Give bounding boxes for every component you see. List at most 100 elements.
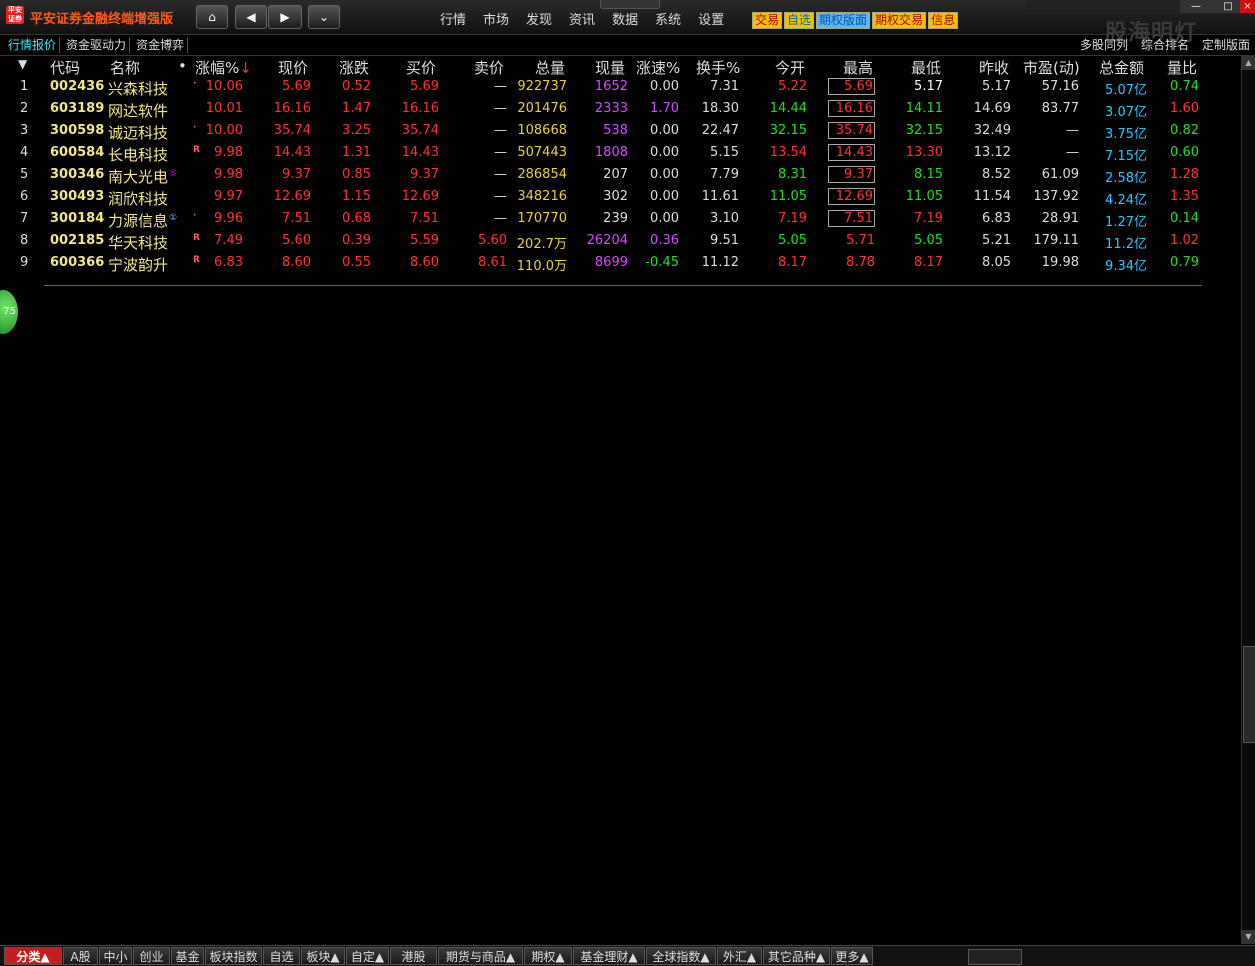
watchlist-button[interactable]: 自选 — [784, 12, 815, 29]
menu-item-news[interactable]: 资讯 — [569, 13, 595, 28]
app-title: 平安证券金融终端增强版 — [30, 12, 174, 27]
total-amount: 9.34亿 — [1105, 259, 1147, 274]
tab-multi-stock[interactable]: 多股同列 — [1080, 37, 1128, 53]
tab-fund-game[interactable]: 资金博弈 — [133, 37, 189, 53]
bottom-tab-fund[interactable]: 基金 — [171, 947, 204, 965]
stock-name[interactable]: 诚迈科技 — [108, 122, 168, 143]
expand-menu-button[interactable]: ⌄ — [308, 5, 340, 29]
current-price: 7.51 — [282, 211, 311, 226]
total-volume: 202.7万 — [516, 237, 567, 252]
bottom-tab-options[interactable]: 期权▲ — [524, 947, 572, 965]
table-row[interactable]: 8 002185 7.49 5.60 0.39 5.59 5.60 202.7万 26204 0.… — [0, 231, 1240, 253]
close-button[interactable]: × — [1240, 0, 1255, 13]
bottom-tab-forex[interactable]: 外汇▲ — [717, 947, 762, 965]
header-turnover[interactable]: 换手% — [696, 57, 740, 78]
header-volume[interactable]: 总量 — [535, 57, 565, 78]
home-button[interactable]: ⌂ — [196, 5, 228, 29]
table-row[interactable]: 2 603189 10.01 16.16 1.47 16.16 — 201476 2333 1.7… — [0, 99, 1240, 121]
table-row[interactable]: 5 300346 9.98 9.37 0.85 9.37 — 286854 207 0.00 7.7… — [0, 165, 1240, 187]
bottom-tab-custom[interactable]: 自定▲ — [346, 947, 389, 965]
horizontal-scrollbar[interactable] — [968, 949, 1022, 965]
high-price: 7.51 — [828, 210, 875, 227]
high-price: 8.78 — [846, 255, 875, 270]
scroll-down-icon[interactable]: ▼ — [1242, 930, 1255, 944]
turnover-rate: 3.10 — [710, 211, 739, 226]
open-price: 7.19 — [778, 211, 807, 226]
tab-fund-drive[interactable]: 资金驱动力 — [63, 37, 131, 53]
menu-item-discover[interactable]: 发现 — [526, 13, 552, 28]
stock-name[interactable]: 长电科技 — [108, 144, 168, 165]
header-price[interactable]: 现价 — [278, 57, 308, 78]
header-speed[interactable]: 涨速% — [636, 57, 680, 78]
info-button[interactable]: 信息 — [928, 12, 959, 29]
header-low[interactable]: 最低 — [911, 57, 941, 78]
back-button[interactable]: ◀ — [235, 5, 267, 29]
header-pct-change[interactable]: 涨幅%↓ — [195, 57, 252, 78]
pct-change: 7.49 — [214, 233, 243, 248]
speed: 0.00 — [650, 167, 679, 182]
stock-name[interactable]: 宁波韵升 — [108, 254, 168, 275]
menu-item-data[interactable]: 数据 — [612, 13, 638, 28]
menu-item-market[interactable]: 市场 — [483, 13, 509, 28]
ask-price: 8.61 — [478, 255, 507, 270]
current-price: 14.43 — [273, 145, 311, 160]
header-high[interactable]: 最高 — [843, 57, 873, 78]
stock-name[interactable]: 华天科技 — [108, 232, 168, 253]
option-trade-button[interactable]: 期权交易 — [872, 12, 927, 29]
bottom-tab-sector-index[interactable]: 板块指数 — [205, 947, 262, 965]
bottom-tab-global-index[interactable]: 全球指数▲ — [646, 947, 716, 965]
tab-quotes[interactable]: 行情报价 — [5, 37, 61, 53]
tab-custom-layout[interactable]: 定制版面 — [1202, 37, 1250, 53]
header-open[interactable]: 今开 — [775, 57, 805, 78]
pct-change: 9.97 — [214, 189, 243, 204]
table-row[interactable]: 6 300493 9.97 12.69 1.15 12.69 — 348216 302 0.00 1… — [0, 187, 1240, 209]
option-board-button[interactable]: 期权版面 — [816, 12, 871, 29]
header-ask[interactable]: 卖价 — [474, 57, 504, 78]
stock-name[interactable]: 南大光电⑤ — [108, 166, 177, 187]
bottom-tab-more[interactable]: 更多▲ — [831, 947, 873, 965]
menu-item-settings[interactable]: 设置 — [698, 13, 724, 28]
menu-item-quotes[interactable]: 行情 — [440, 13, 466, 28]
table-row[interactable]: 9 600366 6.83 8.60 0.55 8.60 8.61 110.0万 8699 -0.… — [0, 253, 1240, 275]
bottom-tab-a-share[interactable]: A股 — [63, 947, 98, 965]
bottom-tab-sme[interactable]: 中小 — [99, 947, 132, 965]
drag-grip[interactable] — [600, 0, 660, 9]
header-prev-close[interactable]: 昨收 — [979, 57, 1009, 78]
bottom-tab-sector[interactable]: 板块▲ — [301, 947, 345, 965]
ask-price: — — [494, 211, 507, 226]
forward-button[interactable]: ▶ — [268, 5, 302, 29]
table-row[interactable]: 7 300184 9.96 7.51 0.68 7.51 — 170770 239 0.00 3.1… — [0, 209, 1240, 231]
bottom-tab-futures[interactable]: 期货与商品▲ — [438, 947, 523, 965]
bottom-tab-other[interactable]: 其它品种▲ — [763, 947, 830, 965]
header-volume-ratio[interactable]: 量比 — [1167, 57, 1197, 78]
bottom-tab-category[interactable]: 分类▲ — [4, 947, 62, 965]
vertical-scrollbar[interactable]: ▲ ▼ — [1241, 56, 1255, 944]
stock-name[interactable]: 润欣科技 — [108, 188, 168, 209]
header-bid[interactable]: 买价 — [406, 57, 436, 78]
header-amount[interactable]: 总金额 — [1099, 57, 1144, 78]
table-row[interactable]: 4 600584 9.98 14.43 1.31 14.43 — 507443 1808 0.00… — [0, 143, 1240, 165]
table-row[interactable]: 1 002436 10.06 5.69 0.52 5.69 — 922737 1652 0.00 7… — [0, 77, 1240, 99]
tab-ranking[interactable]: 综合排名 — [1141, 37, 1189, 53]
header-code[interactable]: 代码 — [50, 57, 80, 78]
menu-item-system[interactable]: 系统 — [655, 13, 681, 28]
bottom-tab-watchlist[interactable]: 自选 — [263, 947, 300, 965]
stock-name[interactable]: 网达软件 — [108, 100, 168, 121]
scroll-thumb[interactable] — [1243, 646, 1255, 743]
header-pe[interactable]: 市盈(动) — [1023, 57, 1080, 78]
trade-button[interactable]: 交易 — [752, 12, 783, 29]
table-row[interactable]: 3 300598 10.00 35.74 3.25 35.74 — 108668 538 0.00… — [0, 121, 1240, 143]
stock-name[interactable]: 力源信息① — [108, 210, 177, 231]
bottom-tab-chinext[interactable]: 创业 — [133, 947, 170, 965]
scroll-up-icon[interactable]: ▲ — [1242, 56, 1255, 70]
price-change: 0.39 — [342, 233, 371, 248]
floating-ball[interactable]: 75 — [0, 290, 18, 334]
stock-name[interactable]: 兴森科技 — [108, 78, 168, 99]
bottom-tab-hk-stock[interactable]: 港股 — [390, 947, 437, 965]
column-menu-icon[interactable]: ▼ — [18, 57, 27, 71]
header-change[interactable]: 涨跌 — [339, 57, 369, 78]
minimize-button[interactable]: — — [1180, 0, 1212, 13]
header-name[interactable]: 名称 — [110, 57, 140, 78]
bottom-tab-wealth[interactable]: 基金理财▲ — [573, 947, 645, 965]
header-current-volume[interactable]: 现量 — [595, 57, 625, 78]
